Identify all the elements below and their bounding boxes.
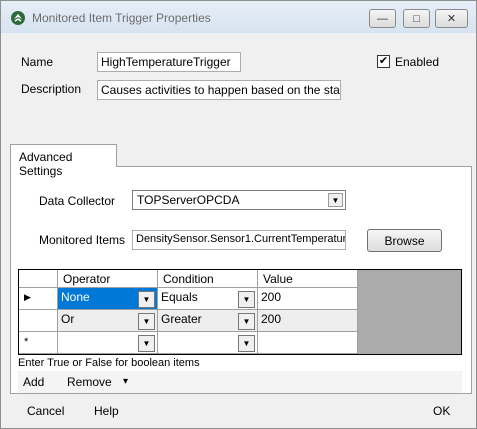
window-title: Monitored Item Trigger Properties [32,11,211,25]
checkmark-icon: ✔ [378,55,389,67]
name-label: Name [21,55,54,69]
remove-dropdown-icon[interactable]: ▾ [123,376,128,387]
minimize-icon: — [377,12,388,25]
remove-button[interactable]: Remove [67,375,112,389]
monitored-items-label: Monitored Items [39,233,126,247]
conditions-grid: Operator Condition Value ▶ None ▼ Equals… [18,269,462,355]
operator-value: Or [61,312,75,326]
data-collector-select[interactable]: TOPServerOPCDA ▼ [132,190,346,210]
cancel-button[interactable]: Cancel [27,404,64,418]
help-button[interactable]: Help [94,404,119,418]
properties-dialog: Monitored Item Trigger Properties — □ ✕ … [0,0,477,429]
data-collector-value: TOPServerOPCDA [137,193,240,207]
column-header-condition[interactable]: Condition [158,270,258,288]
browse-label: Browse [384,233,425,248]
grid-toolstrip: Add Remove ▾ [18,371,462,393]
chevron-down-icon[interactable]: ▼ [328,193,343,207]
enabled-checkbox[interactable]: ✔ [377,55,390,68]
tab-advanced-settings[interactable]: Advanced Settings [10,144,117,178]
browse-button[interactable]: Browse [367,229,442,252]
value-cell[interactable]: 200 [258,310,358,332]
title-bar[interactable]: Monitored Item Trigger Properties — □ ✕ [1,1,476,33]
description-field[interactable]: Causes activities to happen based on the… [97,80,341,100]
operator-dropdown-icon[interactable]: ▼ [138,335,155,352]
condition-dropdown-icon[interactable]: ▼ [238,313,255,330]
condition-value: Equals [161,290,198,304]
close-button[interactable]: ✕ [435,9,468,28]
add-button[interactable]: Add [23,375,44,389]
maximize-button[interactable]: □ [403,9,430,28]
column-header-operator[interactable]: Operator [58,270,158,288]
operator-dropdown-icon[interactable]: ▼ [138,291,155,308]
description-label: Description [21,82,82,96]
row-indicator[interactable]: ▶ [19,288,58,310]
app-icon [11,11,25,25]
ok-button[interactable]: OK [433,404,450,418]
operator-value: None [61,290,90,304]
grid-corner-header [19,270,58,288]
condition-dropdown-icon[interactable]: ▼ [238,291,255,308]
boolean-hint-text: Enter True or False for boolean items [18,357,200,369]
name-field[interactable]: HighTemperatureTrigger [97,52,241,72]
close-icon: ✕ [446,13,457,25]
column-header-value[interactable]: Value [258,270,358,288]
monitored-items-field[interactable]: DensitySensor.Sensor1.CurrentTemperature [132,230,346,250]
value-cell[interactable]: 200 [258,288,358,310]
condition-value: Greater [161,312,202,326]
new-row-indicator[interactable]: * [19,332,58,354]
enabled-label: Enabled [395,55,440,69]
maximize-icon: □ [413,12,420,25]
value-cell[interactable] [258,332,358,354]
operator-dropdown-icon[interactable]: ▼ [138,313,155,330]
data-collector-label: Data Collector [39,194,116,208]
minimize-button[interactable]: — [369,9,396,28]
row-indicator[interactable] [19,310,58,332]
condition-dropdown-icon[interactable]: ▼ [238,335,255,352]
